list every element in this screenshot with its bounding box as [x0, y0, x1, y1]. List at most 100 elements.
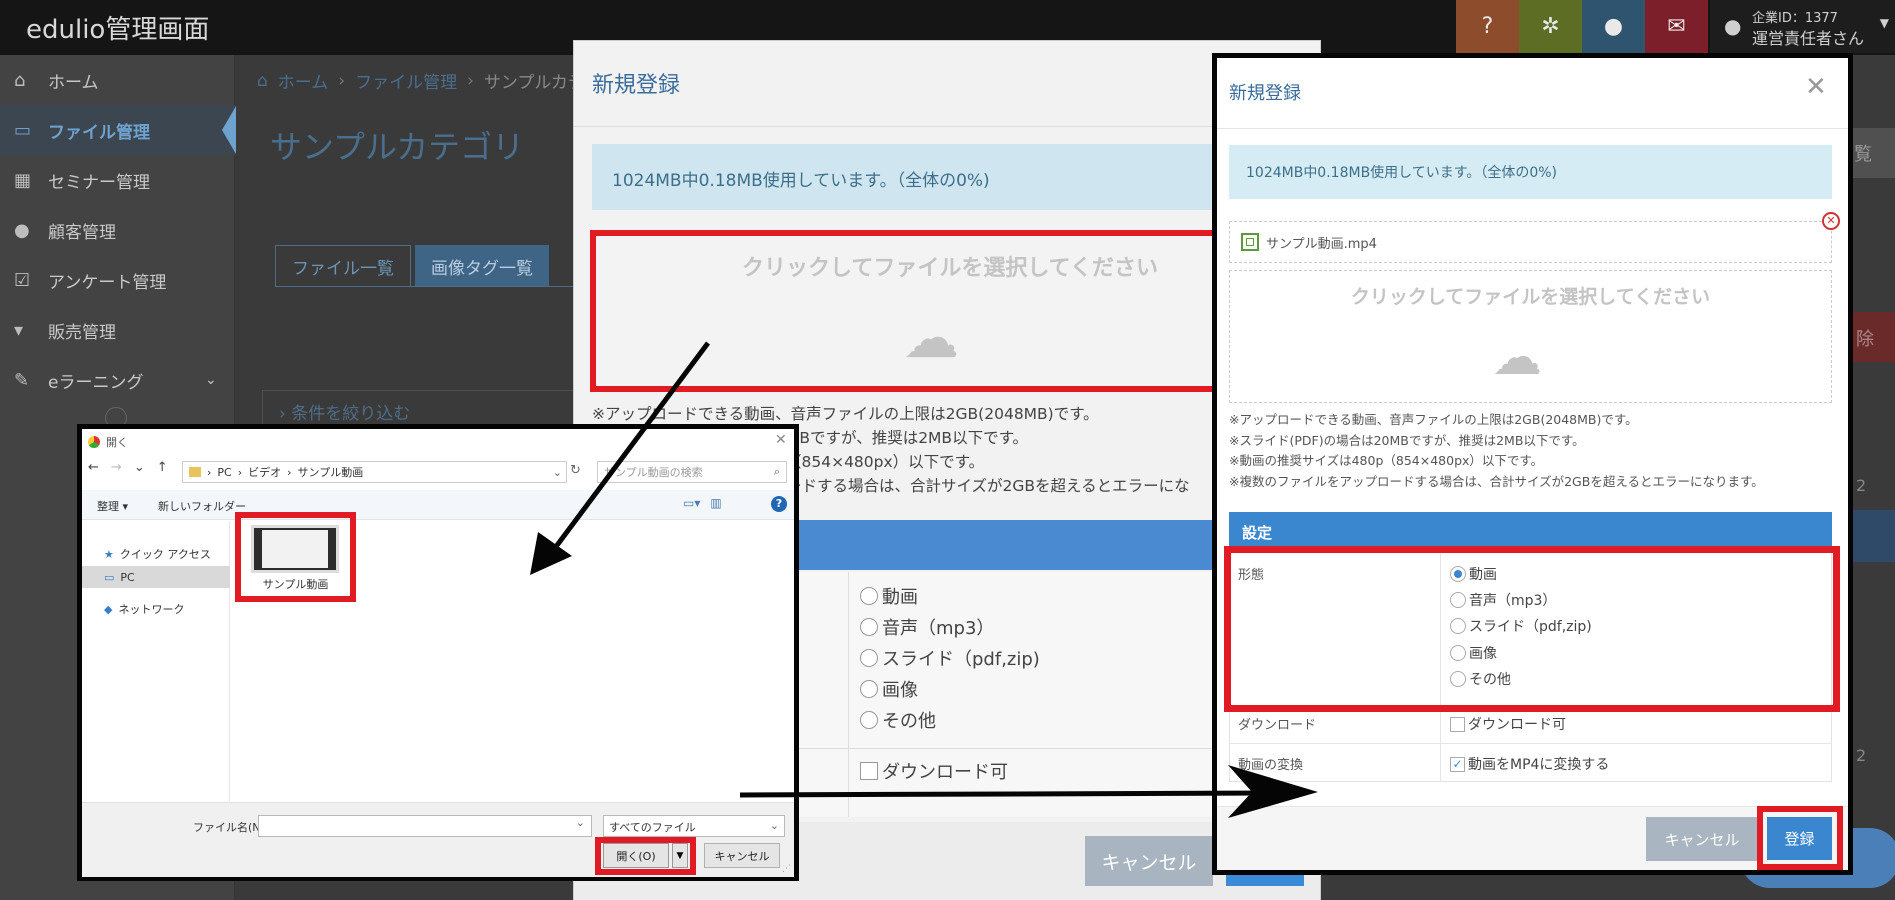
upload-note: ※スライド(PDF)の場合は20MBですが、推奨は2MB以下です。	[1229, 433, 1585, 448]
help-icon[interactable]: ?	[1456, 0, 1519, 53]
close-icon[interactable]: ✕	[775, 432, 787, 448]
sidebar-item-survey[interactable]: ☑ アンケート管理	[0, 255, 235, 305]
active-indicator	[222, 106, 236, 154]
organize-button[interactable]: 整理 ▾	[97, 498, 128, 514]
search-placeholder: サンプル動画の検索	[604, 466, 703, 479]
register-button[interactable]: 登録	[1767, 817, 1832, 860]
convert-mp4-checkbox[interactable]: ✓ 動画をMP4に変換する	[1450, 754, 1609, 774]
cancel-button[interactable]: キャンセル	[1085, 836, 1213, 886]
help-icon[interactable]: ?	[771, 496, 787, 512]
nav-network[interactable]: ◆ ネットワーク	[104, 601, 184, 617]
navigation-pane	[82, 521, 230, 801]
home-icon: ⌂	[257, 70, 268, 91]
refresh-icon[interactable]: ↻	[570, 463, 581, 478]
remove-file-icon[interactable]: ✕	[1822, 212, 1840, 230]
open-dropdown-icon[interactable]: ▼	[672, 843, 688, 868]
user-icon[interactable]: ●	[1582, 0, 1645, 53]
user-icon: ●	[1724, 14, 1742, 38]
radio-video[interactable]: 動画	[860, 583, 918, 609]
gear-icon[interactable]: ✲	[1519, 0, 1582, 53]
radio-image[interactable]: 画像	[860, 676, 918, 702]
radio-other[interactable]: その他	[860, 707, 936, 733]
upload-note: ※アップロードできる動画、音声ファイルの上限は2GB(2048MB)です。	[592, 405, 1099, 423]
sidebar-item-file-management[interactable]: ▭ ファイル管理	[0, 105, 235, 155]
chevron-down-icon[interactable]: ⌄	[553, 466, 562, 479]
folder-icon: ▭	[14, 119, 32, 141]
open-button[interactable]: 開く(O)	[603, 843, 669, 868]
path-segment[interactable]: サンプル動画	[298, 464, 364, 480]
radio-label: 音声（mp3）	[882, 618, 995, 639]
upload-note: ードする場合は、合計サイズが2GBを超えるとエラーにな	[786, 477, 1190, 495]
download-checkbox[interactable]: ダウンロード可	[860, 758, 1008, 784]
breadcrumb-file-management[interactable]: ファイル管理	[355, 68, 457, 93]
sidebar-item-label: ファイル管理	[48, 122, 150, 143]
account-menu[interactable]: ● 企業ID：1377 運営責任者さん ▼	[1710, 0, 1895, 53]
nav-label: PC	[120, 571, 135, 584]
convert-label: 動画の変換	[1238, 758, 1304, 773]
sidebar-item-label: アンケート管理	[48, 272, 167, 293]
breadcrumb-home[interactable]: ホーム	[278, 68, 329, 93]
upload-note: ※動画の推奨サイズは480p（854×480px）以下です。	[1229, 453, 1544, 468]
users-icon: ●	[14, 219, 30, 241]
close-icon[interactable]: ✕	[1805, 72, 1827, 102]
file-type-select[interactable]: すべてのファイル ⌄	[603, 815, 785, 837]
filter-label: 条件を絞り込む	[291, 404, 411, 424]
right-button-delete[interactable]: 除	[1850, 312, 1895, 362]
chrome-icon	[88, 436, 100, 448]
tab-file-list[interactable]: ファイル一覧	[275, 245, 411, 287]
upload-note: MBですが、推奨は2MB以下です。	[786, 429, 1029, 447]
new-folder-button[interactable]: 新しいフォルダー	[158, 498, 246, 514]
nav-quick-access[interactable]: ★ クイック アクセス	[104, 546, 211, 562]
forward-arrow-icon[interactable]: →	[111, 460, 122, 475]
app-title: edulio管理画面	[26, 15, 210, 45]
download-checkbox[interactable]: ダウンロード可	[1450, 714, 1566, 734]
tab-underline	[275, 286, 575, 287]
filename-input[interactable]: ⌄	[258, 815, 592, 837]
right-button-view[interactable]: 覧	[1848, 128, 1895, 178]
search-input[interactable]: サンプル動画の検索 ⌕	[597, 461, 787, 483]
sidebar-item-seminar[interactable]: ▦ セミナー管理	[0, 155, 235, 205]
settings-header: 設定	[1229, 512, 1832, 550]
selected-file-item: サンプル動画.mp4	[1229, 221, 1832, 263]
table-row-selected	[1846, 510, 1895, 562]
sidebar-item-elearning[interactable]: ✎ eラーニング ⌄	[0, 355, 235, 405]
radio-audio[interactable]: 音声（mp3）	[860, 614, 994, 640]
tab-image-tags[interactable]: 画像タグ一覧	[415, 245, 549, 287]
sidebar-item-customers[interactable]: ● 顧客管理	[0, 205, 235, 255]
checkbox-icon: ☑	[14, 269, 31, 291]
modal-title: 新規登録	[1229, 83, 1301, 104]
mail-icon[interactable]: ✉	[1645, 0, 1708, 53]
computer-icon: ▭	[104, 571, 115, 584]
back-arrow-icon[interactable]: ←	[88, 460, 99, 475]
account-id: 企業ID：1377	[1752, 11, 1838, 26]
video-file-icon	[1241, 233, 1259, 251]
sidebar-item-home[interactable]: ⌂ ホーム	[0, 55, 235, 105]
preview-pane-icon[interactable]: ▥	[710, 496, 721, 510]
checkmark-icon: ✓	[1450, 756, 1465, 772]
dialog-title: 開く	[88, 434, 128, 450]
sidebar-item-label: eラーニング	[48, 372, 144, 393]
cart-icon: ▾	[14, 319, 24, 341]
up-arrow-icon[interactable]: ↑	[157, 460, 168, 475]
star-icon: ★	[104, 547, 114, 561]
breadcrumb-current: サンプルカテ	[483, 73, 585, 93]
radio-label: 動画	[882, 587, 918, 608]
checkbox-label: ダウンロード可	[1468, 717, 1566, 733]
cloud-upload-icon: ☁	[1492, 328, 1542, 386]
radio-slide[interactable]: スライド（pdf,zip)	[860, 645, 1040, 671]
selected-file-name: サンプル動画.mp4	[1266, 236, 1377, 252]
view-icon[interactable]: ▭▾	[683, 496, 700, 510]
path-segment[interactable]: PC	[217, 466, 231, 479]
storage-usage-info: 1024MB中0.18MB使用しています。（全体の0%)	[1229, 145, 1832, 199]
chevron-down-icon[interactable]: ⌄	[134, 460, 145, 475]
address-bar[interactable]: › PC › ビデオ › サンプル動画 ⌄	[182, 461, 567, 483]
resize-grip-icon[interactable]: ⋰	[782, 864, 791, 874]
sidebar-item-label: ホーム	[48, 72, 99, 93]
nav-pc[interactable]: ▭ PC	[104, 571, 135, 584]
calendar-icon: ▦	[14, 169, 32, 191]
path-segment[interactable]: ビデオ	[248, 464, 281, 480]
settings-header	[790, 520, 1224, 570]
dialog-cancel-button[interactable]: キャンセル	[704, 843, 780, 868]
sidebar-item-sales[interactable]: ▾ 販売管理	[0, 305, 235, 355]
cancel-button[interactable]: キャンセル	[1646, 817, 1758, 861]
